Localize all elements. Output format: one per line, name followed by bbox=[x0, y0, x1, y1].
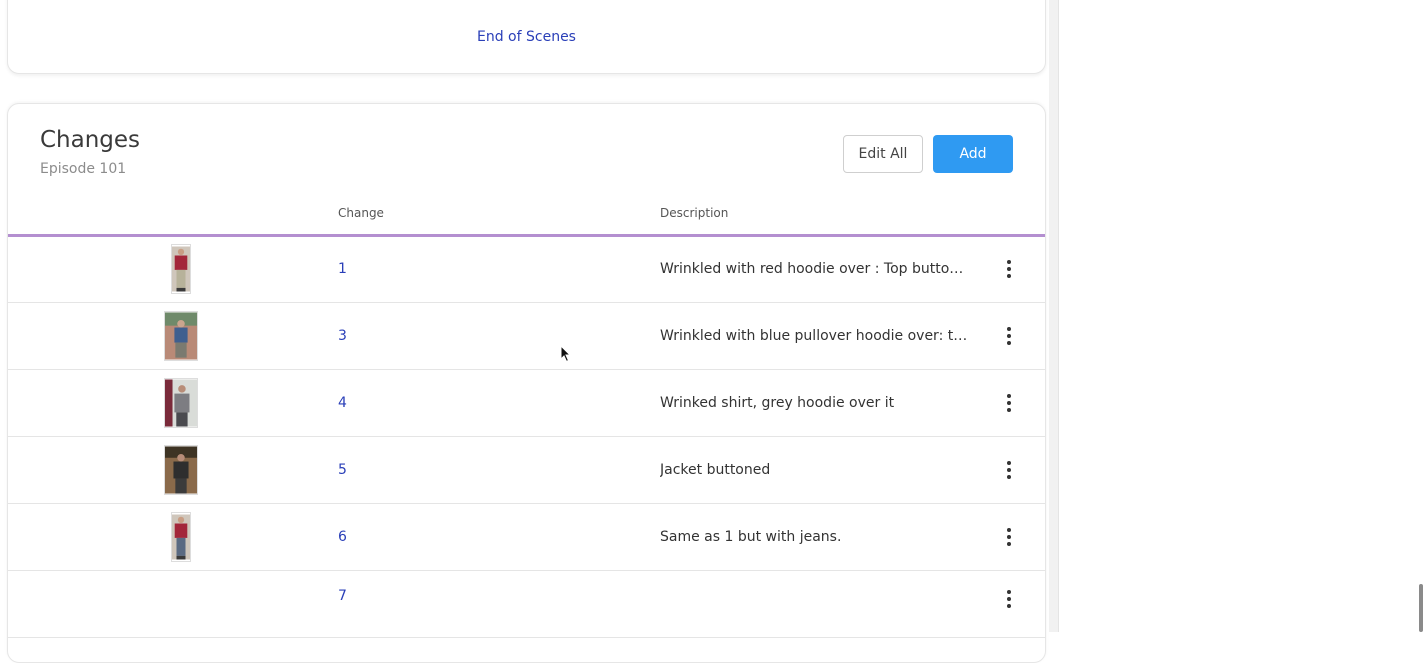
right-panel-scrollbar[interactable] bbox=[1419, 584, 1423, 632]
change-number-link[interactable]: 3 bbox=[338, 328, 347, 344]
table-row[interactable]: 7 bbox=[8, 571, 1045, 638]
section-title: Changes bbox=[40, 127, 141, 153]
more-options-icon[interactable] bbox=[998, 256, 1020, 282]
content-scrollbar[interactable] bbox=[1049, 0, 1059, 632]
table-header: Change Description bbox=[8, 200, 1045, 237]
outfit-thumbnail[interactable] bbox=[171, 512, 191, 562]
change-number-link[interactable]: 6 bbox=[338, 529, 347, 545]
change-number-link[interactable]: 4 bbox=[338, 395, 347, 411]
edit-all-button[interactable]: Edit All bbox=[843, 135, 923, 173]
column-header-description[interactable]: Description bbox=[660, 206, 728, 220]
right-panel bbox=[1059, 0, 1425, 632]
section-subtitle: Episode 101 bbox=[40, 161, 127, 177]
table-row[interactable]: 1 Wrinkled with red hoodie over : Top bu… bbox=[8, 236, 1045, 303]
end-of-scenes-link[interactable]: End of Scenes bbox=[8, 29, 1045, 45]
more-options-icon[interactable] bbox=[998, 586, 1020, 612]
change-number-link[interactable]: 1 bbox=[338, 261, 347, 277]
outfit-thumbnail[interactable] bbox=[171, 244, 191, 294]
change-description: Wrinked shirt, grey hoodie over it bbox=[660, 395, 895, 411]
changes-table-body: 1 Wrinkled with red hoodie over : Top bu… bbox=[8, 236, 1045, 638]
table-row[interactable]: 4 Wrinked shirt, grey hoodie over it bbox=[8, 370, 1045, 437]
change-description: Wrinkled with blue pullover hoodie over:… bbox=[660, 328, 970, 344]
more-options-icon[interactable] bbox=[998, 524, 1020, 550]
change-description: Jacket buttoned bbox=[660, 462, 771, 478]
changes-card: Changes Episode 101 Edit All Add Change … bbox=[7, 103, 1046, 663]
change-number-link[interactable]: 7 bbox=[338, 588, 347, 604]
change-description: Wrinkled with red hoodie over : Top butt… bbox=[660, 261, 970, 277]
table-row[interactable]: 6 Same as 1 but with jeans. bbox=[8, 504, 1045, 571]
outfit-thumbnail[interactable] bbox=[164, 311, 198, 361]
table-row[interactable]: 5 Jacket buttoned bbox=[8, 437, 1045, 504]
mouse-cursor-icon bbox=[560, 345, 572, 363]
outfit-thumbnail[interactable] bbox=[164, 378, 198, 428]
more-options-icon[interactable] bbox=[998, 390, 1020, 416]
outfit-thumbnail[interactable] bbox=[164, 445, 198, 495]
more-options-icon[interactable] bbox=[998, 457, 1020, 483]
change-number-link[interactable]: 5 bbox=[338, 462, 347, 478]
table-row[interactable]: 3 Wrinkled with blue pullover hoodie ove… bbox=[8, 303, 1045, 370]
more-options-icon[interactable] bbox=[998, 323, 1020, 349]
scenes-card: End of Scenes bbox=[7, 0, 1046, 74]
column-header-change[interactable]: Change bbox=[338, 206, 384, 220]
add-button[interactable]: Add bbox=[933, 135, 1013, 173]
change-description: Same as 1 but with jeans. bbox=[660, 529, 842, 545]
